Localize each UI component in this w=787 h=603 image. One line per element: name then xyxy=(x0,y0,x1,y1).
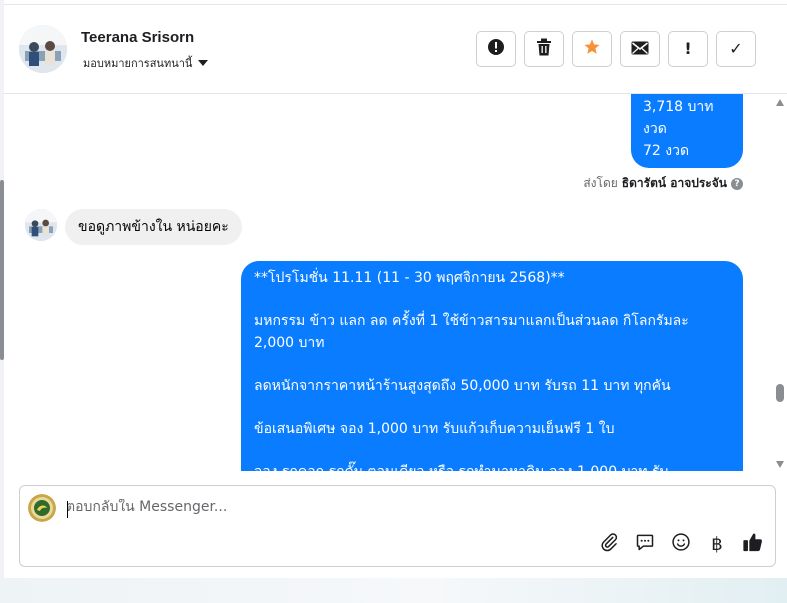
help-icon[interactable]: ? xyxy=(731,177,743,190)
mark-unread-button[interactable] xyxy=(620,31,660,67)
header-toolbar: ! ✓ xyxy=(476,31,756,67)
incoming-message-bubble[interactable]: ขอดูภาพข้างใน หน่อยคะ xyxy=(65,209,242,245)
text-cursor xyxy=(67,501,68,518)
message-thread[interactable]: 3,718 บาท งวด 72 งวด ส่งโดย ธิดารัตน์ อา… xyxy=(4,94,772,471)
sent-by-prefix: ส่งโดย xyxy=(583,176,618,190)
check-icon: ✓ xyxy=(729,39,743,58)
outgoing-promo-message-bubble[interactable]: **โปรโมชั่น 11.11 (11 - 30 พฤศจิกายน 256… xyxy=(241,261,743,471)
sent-by-caption: ส่งโดย ธิดารัตน์ อาจประจัน ? xyxy=(583,174,743,193)
composer-tools: ฿ xyxy=(597,532,765,556)
thumbs-up-icon xyxy=(742,531,764,557)
trash-icon xyxy=(536,38,552,60)
contact-avatar-small[interactable] xyxy=(25,209,57,241)
message-paragraph: ข้อเสนอพิเศษ จอง 1,000 บาท รับแก้วเก็บคว… xyxy=(254,421,615,437)
conversation-header: Teerana Srisorn มอบหมายการสนทนานี้ ! ✓ xyxy=(4,5,787,94)
page-avatar xyxy=(28,494,56,522)
sender-name: ธิดารัตน์ อาจประจัน xyxy=(621,176,727,190)
payment-button[interactable]: ฿ xyxy=(705,532,729,556)
emoji-button[interactable] xyxy=(669,532,693,556)
reply-input[interactable] xyxy=(66,499,706,515)
delete-button[interactable] xyxy=(524,31,564,67)
message-line: 3,718 บาท xyxy=(643,99,714,115)
scrollbar-thumb[interactable] xyxy=(776,384,784,402)
reply-composer: ฿ xyxy=(19,485,776,567)
outgoing-message-bubble[interactable]: 3,718 บาท งวด 72 งวด xyxy=(631,94,743,168)
star-icon xyxy=(583,38,601,60)
scroll-up-arrow-icon[interactable] xyxy=(776,99,784,106)
contact-avatar[interactable] xyxy=(19,25,67,73)
assign-label: มอบหมายการสนทนานี้ xyxy=(83,57,193,70)
thread-scrollbar[interactable] xyxy=(772,94,787,471)
message-line: งวด xyxy=(643,121,667,137)
star-button[interactable] xyxy=(572,31,612,67)
baht-icon: ฿ xyxy=(711,533,723,555)
message-paragraph: มหกรรม ข้าว แลก ลด ครั้งที่ 1 ใช้ข้าวสาร… xyxy=(254,313,689,351)
follow-up-button[interactable]: ! xyxy=(668,31,708,67)
saved-replies-button[interactable] xyxy=(633,532,657,556)
message-paragraph: จอง รถคอก รถดั๊ม ตอนเดียว หรือ รถทำนาหาด… xyxy=(254,461,729,471)
page-footer-background xyxy=(0,578,787,603)
emoji-icon xyxy=(671,532,691,556)
messenger-inbox: Teerana Srisorn มอบหมายการสนทนานี้ ! ✓ 3… xyxy=(0,0,787,603)
message-paragraph: ลดหนักจากราคาหน้าร้านสูงสุดถึง 50,000 บา… xyxy=(254,378,671,394)
envelope-icon xyxy=(631,40,649,59)
scroll-down-arrow-icon[interactable] xyxy=(776,461,784,468)
contact-name: Teerana Srisorn xyxy=(81,29,195,46)
exclamation-circle-icon xyxy=(487,38,505,60)
saved-reply-icon xyxy=(635,532,655,556)
mark-spam-button[interactable] xyxy=(476,31,516,67)
exclamation-icon: ! xyxy=(684,39,692,58)
like-button[interactable] xyxy=(741,532,765,556)
mark-done-button[interactable]: ✓ xyxy=(716,31,756,67)
paperclip-icon xyxy=(599,532,619,556)
message-paragraph: **โปรโมชั่น 11.11 (11 - 30 พฤศจิกายน 256… xyxy=(254,270,565,286)
message-line: 72 งวด xyxy=(643,143,690,159)
attach-file-button[interactable] xyxy=(597,532,621,556)
assign-conversation-dropdown[interactable]: มอบหมายการสนทนานี้ xyxy=(83,54,209,72)
caret-down-icon xyxy=(198,60,209,66)
